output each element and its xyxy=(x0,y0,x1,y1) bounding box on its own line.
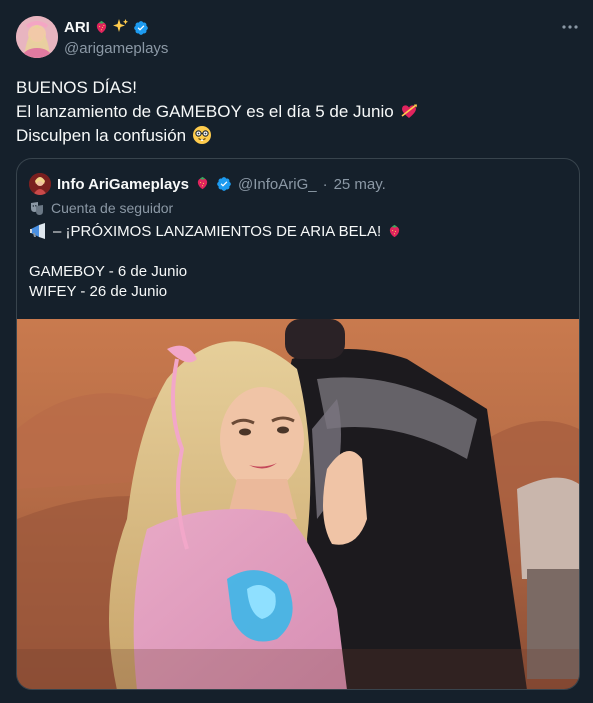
tweet-line: BUENOS DÍAS! xyxy=(16,76,418,100)
quote-line: GAMEBOY - 6 de Junio xyxy=(29,262,402,282)
tweet-text: BUENOS DÍAS! El lanzamiento de GAMEBOY e… xyxy=(16,76,418,148)
author-name[interactable]: ARI xyxy=(64,19,90,36)
quote-author-name[interactable]: Info AriGameplays xyxy=(57,176,189,193)
quoted-tweet[interactable]: Info AriGameplays @InfoAriG_ · 25 may. C… xyxy=(16,158,580,690)
sparkles-emoji xyxy=(112,18,129,37)
quote-line-1: – ¡PRÓXIMOS LANZAMIENTOS DE ARIA BELA! xyxy=(53,223,382,240)
more-options-icon[interactable] xyxy=(561,18,579,41)
author-name-row[interactable]: ARI xyxy=(64,18,149,37)
quote-line-blank xyxy=(29,242,402,262)
quote-line-4: WIFEY - 26 de Junio xyxy=(29,283,168,300)
strawberry-emoji xyxy=(195,175,210,193)
nerd-face-emoji xyxy=(192,125,212,148)
author-avatar[interactable] xyxy=(16,16,58,58)
quote-context: Cuenta de seguidor xyxy=(29,200,173,216)
verified-badge-icon xyxy=(134,20,148,35)
author-handle[interactable]: @arigameplays xyxy=(64,40,168,57)
tweet-line: Disculpen la confusión xyxy=(16,124,418,148)
quote-context-label: Cuenta de seguidor xyxy=(51,200,174,216)
quote-author-handle[interactable]: @InfoAriG_ xyxy=(238,176,317,193)
heart-arrow-emoji xyxy=(400,102,418,123)
verified-badge-icon xyxy=(217,177,231,191)
quote-line: – ¡PRÓXIMOS LANZAMIENTOS DE ARIA BELA! xyxy=(29,222,402,242)
strawberry-emoji xyxy=(94,19,109,37)
tweet-line-2: El lanzamiento de GAMEBOY es el día 5 de… xyxy=(16,102,394,121)
tweet-line-3: Disculpen la confusión xyxy=(16,126,187,145)
quote-media-image[interactable] xyxy=(17,319,579,689)
quote-text: – ¡PRÓXIMOS LANZAMIENTOS DE ARIA BELA! G… xyxy=(29,222,402,302)
strawberry-emoji xyxy=(387,223,402,241)
quote-date[interactable]: 25 may. xyxy=(334,176,386,193)
tweet: ARI @arigameplays BUENOS DÍAS! El lanzam… xyxy=(0,0,593,703)
tweet-line-1: BUENOS DÍAS! xyxy=(16,78,137,97)
quote-line: WIFEY - 26 de Junio xyxy=(29,282,402,302)
tweet-line: El lanzamiento de GAMEBOY es el día 5 de… xyxy=(16,100,418,124)
theater-masks-icon xyxy=(31,202,43,215)
quote-avatar[interactable] xyxy=(29,173,51,195)
quote-line-3: GAMEBOY - 6 de Junio xyxy=(29,263,188,280)
quote-header: Info AriGameplays @InfoAriG_ · 25 may. xyxy=(29,173,386,195)
megaphone-emoji xyxy=(29,222,47,242)
quote-separator: · xyxy=(322,175,328,193)
